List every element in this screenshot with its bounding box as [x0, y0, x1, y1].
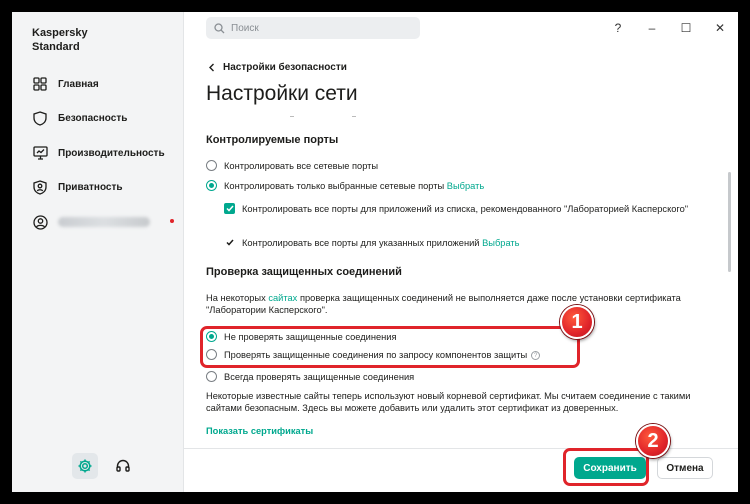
sidebar-item-privacy[interactable]: Приватность — [24, 174, 174, 200]
sidebar-item-label: Безопасность — [58, 112, 128, 124]
radio-selected-ports[interactable] — [206, 180, 217, 191]
account-name-blurred — [58, 217, 150, 227]
option-apps-ports[interactable]: Контролировать все порты для приложений … — [224, 203, 694, 215]
step-badge-2: 2 — [636, 424, 670, 458]
option-all-ports[interactable]: Контролировать все сетевые порты — [206, 160, 378, 172]
option-specified-apps-ports[interactable]: Контролировать все порты для указанных п… — [224, 237, 520, 249]
sidebar-item-account[interactable] — [24, 209, 174, 235]
cancel-button[interactable]: Отмена — [657, 457, 713, 479]
search-icon — [214, 22, 225, 33]
scroll-edge-mark — [352, 116, 356, 117]
option-selected-ports[interactable]: Контролировать только выбранные сетевые … — [206, 180, 484, 192]
maximize-button[interactable]: ☐ — [674, 17, 698, 39]
scroll-edge-mark — [290, 116, 294, 117]
select-ports-link[interactable]: Выбрать — [447, 181, 484, 191]
radio-always-check[interactable] — [206, 371, 217, 382]
sidebar: Kaspersky Standard Главная Безопасность … — [12, 12, 184, 492]
user-circle-icon — [32, 214, 48, 230]
settings-button[interactable] — [72, 453, 98, 479]
back-link-label: Настройки безопасности — [223, 62, 347, 73]
brand-logo: Kaspersky Standard — [32, 27, 88, 53]
chevron-left-icon — [209, 63, 214, 72]
step-badge-1: 1 — [560, 305, 594, 339]
monitor-icon — [32, 145, 48, 161]
gear-icon — [78, 459, 92, 473]
show-certificates-link[interactable]: Показать сертификаты — [206, 426, 313, 436]
minimize-button[interactable]: – — [640, 17, 664, 39]
checkmark-icon — [225, 205, 234, 212]
sites-link[interactable]: сайтах — [268, 293, 297, 303]
sidebar-item-label: Главная — [58, 78, 99, 90]
headset-icon — [116, 459, 130, 472]
section-title-ports: Контролируемые порты — [206, 134, 339, 146]
support-button[interactable] — [110, 453, 136, 479]
radio-all-ports[interactable] — [206, 160, 217, 171]
sidebar-item-label: Приватность — [58, 181, 123, 193]
shield-icon — [32, 110, 48, 126]
search-input[interactable] — [231, 22, 411, 34]
help-button[interactable]: ? — [606, 17, 630, 39]
option-always-check[interactable]: Всегда проверять защищенные соединения — [206, 371, 414, 383]
checkbox-apps-ports[interactable] — [224, 203, 235, 214]
close-button[interactable]: ✕ — [708, 17, 732, 39]
highlight-save-button — [563, 448, 649, 486]
page-title: Настройки сети — [206, 82, 358, 105]
section-title-secure: Проверка защищенных соединений — [206, 266, 402, 278]
highlight-secure-options — [200, 326, 580, 368]
search-box[interactable] — [206, 17, 420, 39]
sidebar-item-security[interactable]: Безопасность — [24, 105, 174, 131]
back-link[interactable]: Настройки безопасности — [208, 62, 347, 73]
select-apps-link[interactable]: Выбрать — [482, 238, 519, 248]
notification-dot — [170, 219, 174, 223]
checkmark-icon — [225, 239, 234, 246]
certificate-note: Некоторые известные сайты теперь использ… — [206, 391, 691, 413]
sidebar-item-home[interactable]: Главная — [24, 71, 174, 97]
privacy-shield-icon — [32, 179, 48, 195]
secure-description: На некоторых сайтах проверка защищенных … — [206, 293, 681, 315]
sidebar-item-label: Производительность — [58, 147, 165, 159]
checkbox-specified-apps[interactable] — [224, 237, 235, 248]
sidebar-item-performance[interactable]: Производительность — [24, 140, 174, 166]
grid-icon — [32, 76, 48, 92]
sidebar-bottom-tools — [72, 453, 136, 479]
scrollbar-thumb[interactable] — [728, 172, 731, 272]
app-window: Kaspersky Standard Главная Безопасность … — [12, 12, 738, 492]
